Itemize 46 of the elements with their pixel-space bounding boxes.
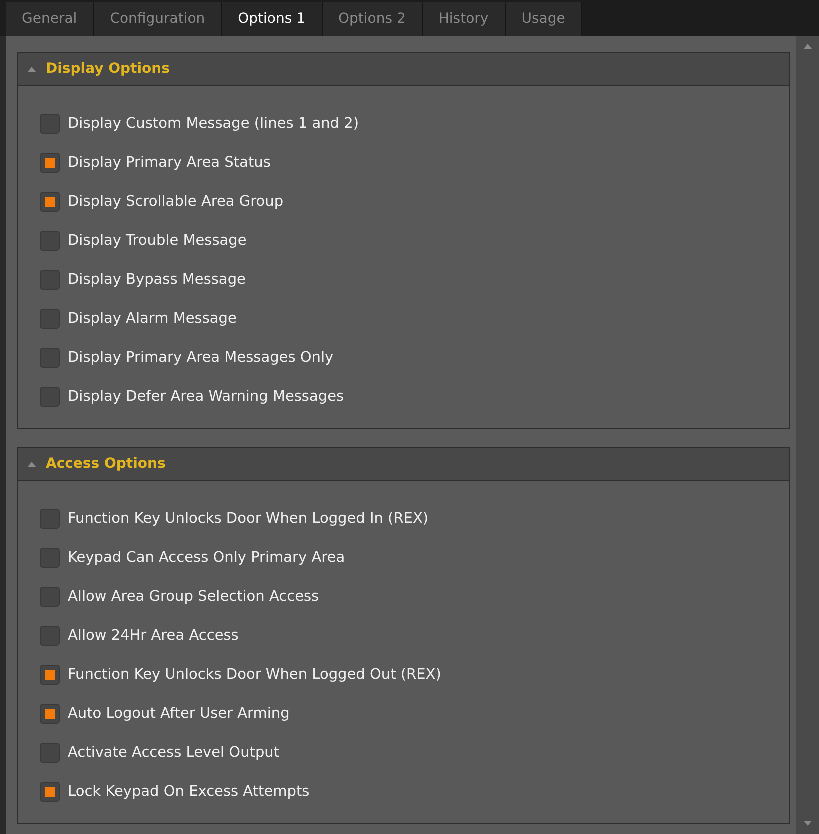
checkbox[interactable]: [40, 308, 60, 328]
checkbox[interactable]: [40, 230, 60, 250]
section-title: Display Options: [46, 61, 170, 77]
checkbox[interactable]: [40, 192, 60, 212]
option-label: Display Trouble Message: [68, 232, 247, 248]
checkbox[interactable]: [40, 742, 60, 762]
checkbox[interactable]: [40, 508, 60, 528]
option-label: Display Defer Area Warning Messages: [68, 388, 344, 404]
collapse-icon[interactable]: [28, 462, 36, 466]
option-label: Activate Access Level Output: [68, 744, 280, 760]
option-label: Display Custom Message (lines 1 and 2): [68, 116, 359, 132]
scroll-up-icon[interactable]: [804, 44, 812, 49]
section-header[interactable]: Display Options: [18, 53, 789, 86]
checkbox[interactable]: [40, 782, 60, 802]
checkbox[interactable]: [40, 586, 60, 606]
option-label: Allow 24Hr Area Access: [68, 628, 239, 644]
checkbox[interactable]: [40, 704, 60, 724]
checkbox[interactable]: [40, 348, 60, 368]
option-label: Lock Keypad On Excess Attempts: [68, 784, 310, 800]
option-label: Display Scrollable Area Group: [68, 194, 284, 210]
tab[interactable]: Options 1: [222, 2, 323, 36]
option-label: Keypad Can Access Only Primary Area: [68, 550, 346, 566]
option-label: Display Primary Area Status: [68, 154, 271, 170]
tab[interactable]: General: [6, 2, 94, 36]
option-label: Display Primary Area Messages Only: [68, 350, 334, 366]
section-header[interactable]: Access Options: [18, 448, 789, 481]
checkbox[interactable]: [40, 386, 60, 406]
option-label: Display Bypass Message: [68, 272, 246, 288]
tab[interactable]: Usage: [506, 2, 582, 36]
checkbox[interactable]: [40, 152, 60, 172]
tab[interactable]: History: [422, 2, 506, 36]
tab[interactable]: Configuration: [94, 2, 222, 36]
option-label: Function Key Unlocks Door When Logged In (REX): [68, 510, 429, 526]
option-label: Allow Area Group Selection Access: [68, 588, 320, 604]
checkbox[interactable]: [40, 548, 60, 568]
checkbox[interactable]: [40, 114, 60, 134]
option-label: Function Key Unlocks Door When Logged Out (REX): [68, 666, 442, 682]
collapse-icon[interactable]: [28, 66, 36, 72]
option-label: Display Alarm Message: [68, 310, 237, 326]
tab[interactable]: Options 2: [322, 2, 423, 36]
checkbox[interactable]: [40, 270, 60, 290]
section-title: Access Options: [46, 456, 166, 472]
checkbox[interactable]: [40, 626, 60, 646]
scroll-down-icon[interactable]: [804, 821, 812, 826]
checkbox[interactable]: [40, 664, 60, 684]
option-label: Auto Logout After User Arming: [68, 706, 290, 722]
